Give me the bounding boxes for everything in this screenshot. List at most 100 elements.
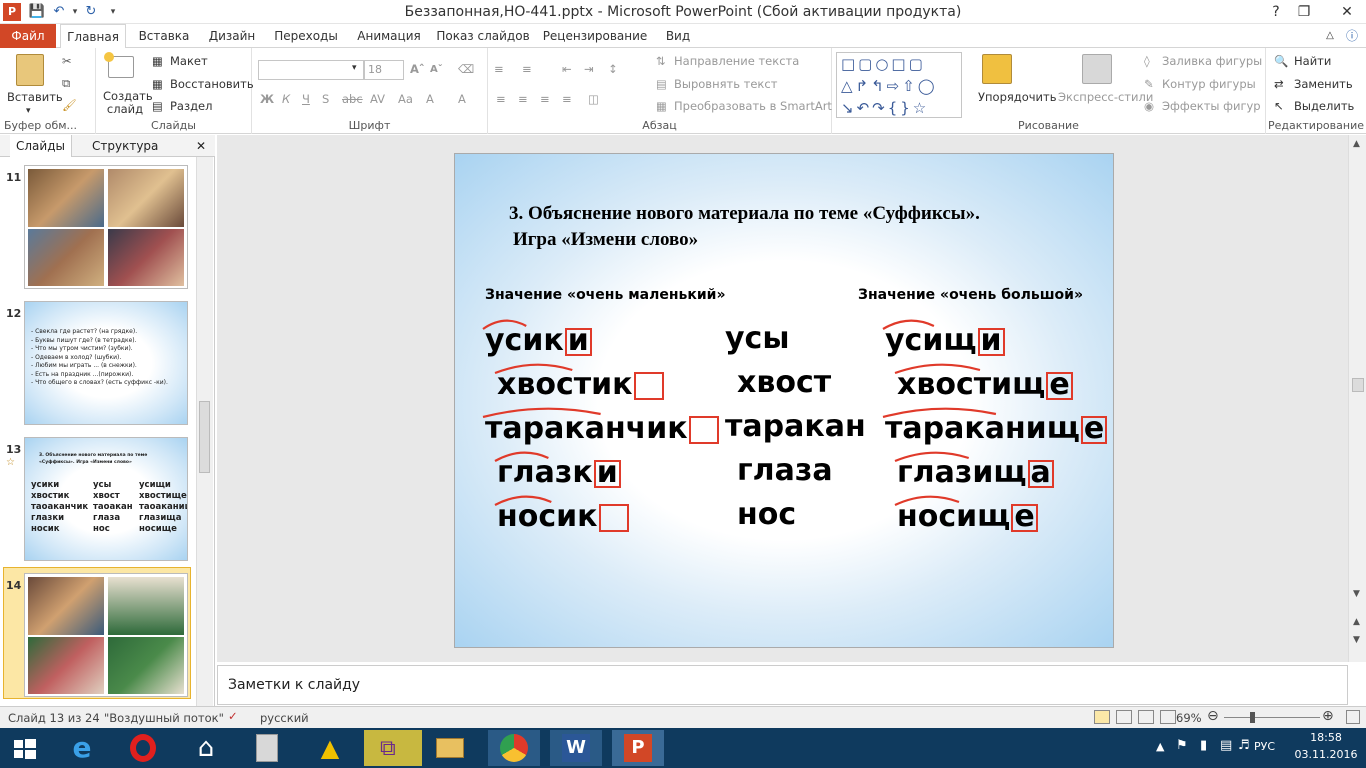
clock-date[interactable]: 03.11.2016 [1294,748,1358,761]
shape-outline-icon[interactable]: ✎ [1144,77,1154,91]
increase-indent-icon[interactable]: ⇥ [584,62,594,76]
battery-icon[interactable]: ▮ [1200,738,1207,753]
slide-thumbnail-11[interactable] [24,165,188,289]
align-right-icon[interactable]: ≡ [540,92,550,106]
reset-button[interactable]: Восстановить [170,77,254,91]
show-hidden-icons[interactable]: ▲ [1156,740,1164,753]
quick-styles-icon[interactable] [1082,54,1112,84]
font-family-dropdown-icon[interactable]: ▾ [352,63,357,73]
fit-to-window-icon[interactable] [1346,710,1360,724]
slide-scrollbar[interactable]: ▲ ▼ ▲ ▼ [1348,135,1366,662]
zoom-out-icon[interactable]: ⊖ [1207,708,1219,724]
cut-icon[interactable]: ✂ [62,54,72,68]
collapse-ribbon-icon[interactable]: △ [1320,24,1340,48]
font-color-icon[interactable]: A [426,92,434,106]
zoom-slider[interactable] [1224,717,1320,718]
slide-sorter-icon[interactable] [1116,710,1132,724]
smartart-icon[interactable]: ▦ [656,99,667,113]
smartart-button[interactable]: Преобразовать в SmartArt [674,99,832,113]
reading-view-icon[interactable] [1138,710,1154,724]
decrease-indent-icon[interactable]: ⇤ [562,62,572,76]
shapes-gallery[interactable]: □▢○□▢ △↱↰⇨⇧◯ ↘↶↷{}☆ [836,52,962,118]
justify-icon[interactable]: ≡ [562,92,572,106]
replace-icon[interactable]: ⇄ [1274,77,1284,91]
select-icon[interactable]: ↖ [1274,99,1284,113]
replace-button[interactable]: Заменить [1294,77,1353,91]
shape-fill-button[interactable]: Заливка фигуры [1162,54,1262,68]
paste-dropdown-icon[interactable]: ▾ [26,106,31,116]
italic-icon[interactable]: К [282,92,290,106]
tab-insert[interactable]: Вставка [134,24,194,48]
find-icon[interactable]: 🔍 [1274,54,1288,68]
help-circle-icon[interactable]: ⓘ [1342,24,1362,48]
tab-file[interactable]: Файл [0,24,56,48]
select-button[interactable]: Выделить [1294,99,1354,113]
slide-scroll-thumb[interactable] [1352,378,1364,392]
clear-formatting-icon[interactable]: ⌫ [458,62,474,76]
layout-button[interactable]: Макет [170,54,208,68]
word-icon[interactable]: W [550,730,602,766]
notes-placeholder[interactable]: Заметки к слайду [228,677,360,693]
slide-thumbnail-14[interactable] [24,573,188,697]
line-spacing-icon[interactable]: ↕ [608,62,618,76]
current-slide[interactable]: 3. Объяснение нового материала по теме «… [454,153,1114,648]
align-text-button[interactable]: Выровнять текст [674,77,777,91]
zoom-in-icon[interactable]: ⊕ [1322,708,1334,724]
layout-icon[interactable]: ▦ [152,54,163,68]
shape-effects-button[interactable]: Эффекты фигур [1162,99,1261,113]
tab-slideshow[interactable]: Показ слайдов [436,24,530,48]
previous-slide-icon[interactable]: ▲ [1353,617,1360,627]
grow-font-icon[interactable]: Aˆ [410,62,425,76]
language-indicator[interactable]: русский [260,711,309,725]
tab-outline[interactable]: Структура [86,135,164,157]
text-direction-icon[interactable]: ⇅ [656,54,666,68]
slide-thumbnail-13[interactable]: 3. Объяснение нового материала по теме «… [24,437,188,561]
chrome-icon[interactable] [488,730,540,766]
tab-home[interactable]: Главная [60,24,126,49]
next-slide-icon[interactable]: ▼ [1353,635,1360,645]
char-spacing-icon[interactable]: AV [370,92,385,106]
quick-styles-button[interactable]: Экспресс-стили [1058,90,1153,104]
shape-outline-button[interactable]: Контур фигуры [1162,77,1256,91]
minimize-window-icon[interactable] [1308,0,1330,24]
media-app-icon[interactable]: ⧉ [364,730,422,766]
reset-icon[interactable]: ▦ [152,77,163,91]
paste-icon[interactable] [16,54,44,86]
volume-icon[interactable]: ♬ [1238,738,1250,753]
strikethrough-icon[interactable]: abc [342,92,363,106]
flag-icon[interactable]: ⚑ [1176,738,1188,753]
input-language[interactable]: РУС [1254,740,1275,753]
section-icon[interactable]: ▤ [152,99,163,113]
numbering-icon[interactable]: ≡ [522,62,532,76]
normal-view-icon[interactable] [1094,710,1110,724]
new-slide-button[interactable]: Создать слайд [103,90,153,116]
app-warning-icon[interactable]: ▲ [304,730,356,766]
spelling-check-icon[interactable]: ✓ [228,709,238,723]
paste-button[interactable]: Вставить [7,90,63,104]
underline-icon[interactable]: Ч [302,92,310,106]
find-button[interactable]: Найти [1294,54,1331,68]
internet-explorer-icon[interactable]: e [56,730,108,766]
bullets-icon[interactable]: ≡ [494,62,504,76]
notes-pane[interactable]: Заметки к слайду [217,665,1348,705]
align-left-icon[interactable]: ≡ [496,92,506,106]
tab-design[interactable]: Дизайн [204,24,260,48]
close-window-icon[interactable]: ✕ [1330,0,1364,24]
home-icon[interactable]: ⌂ [180,730,232,766]
clock-time[interactable]: 18:58 [1300,731,1352,744]
tab-slides-list[interactable]: Слайды [10,135,72,157]
slides-panel-scroll-thumb[interactable] [199,401,210,473]
network-icon[interactable]: ▤ [1220,738,1232,753]
scroll-down-icon[interactable]: ▼ [1353,589,1360,599]
bold-icon[interactable]: Ж [260,92,274,106]
font-size-select[interactable]: 18 [364,60,404,80]
align-center-icon[interactable]: ≡ [518,92,528,106]
tab-view[interactable]: Вид [660,24,696,48]
theme-name[interactable]: "Воздушный поток" [104,711,224,725]
shrink-font-icon[interactable]: Aˇ [430,64,443,75]
section-button[interactable]: Раздел [170,99,212,113]
font-family-select[interactable] [258,60,364,80]
shape-fill-icon[interactable]: ◊ [1144,54,1150,68]
calculator-icon[interactable] [242,730,294,766]
file-explorer-icon[interactable] [424,730,476,766]
